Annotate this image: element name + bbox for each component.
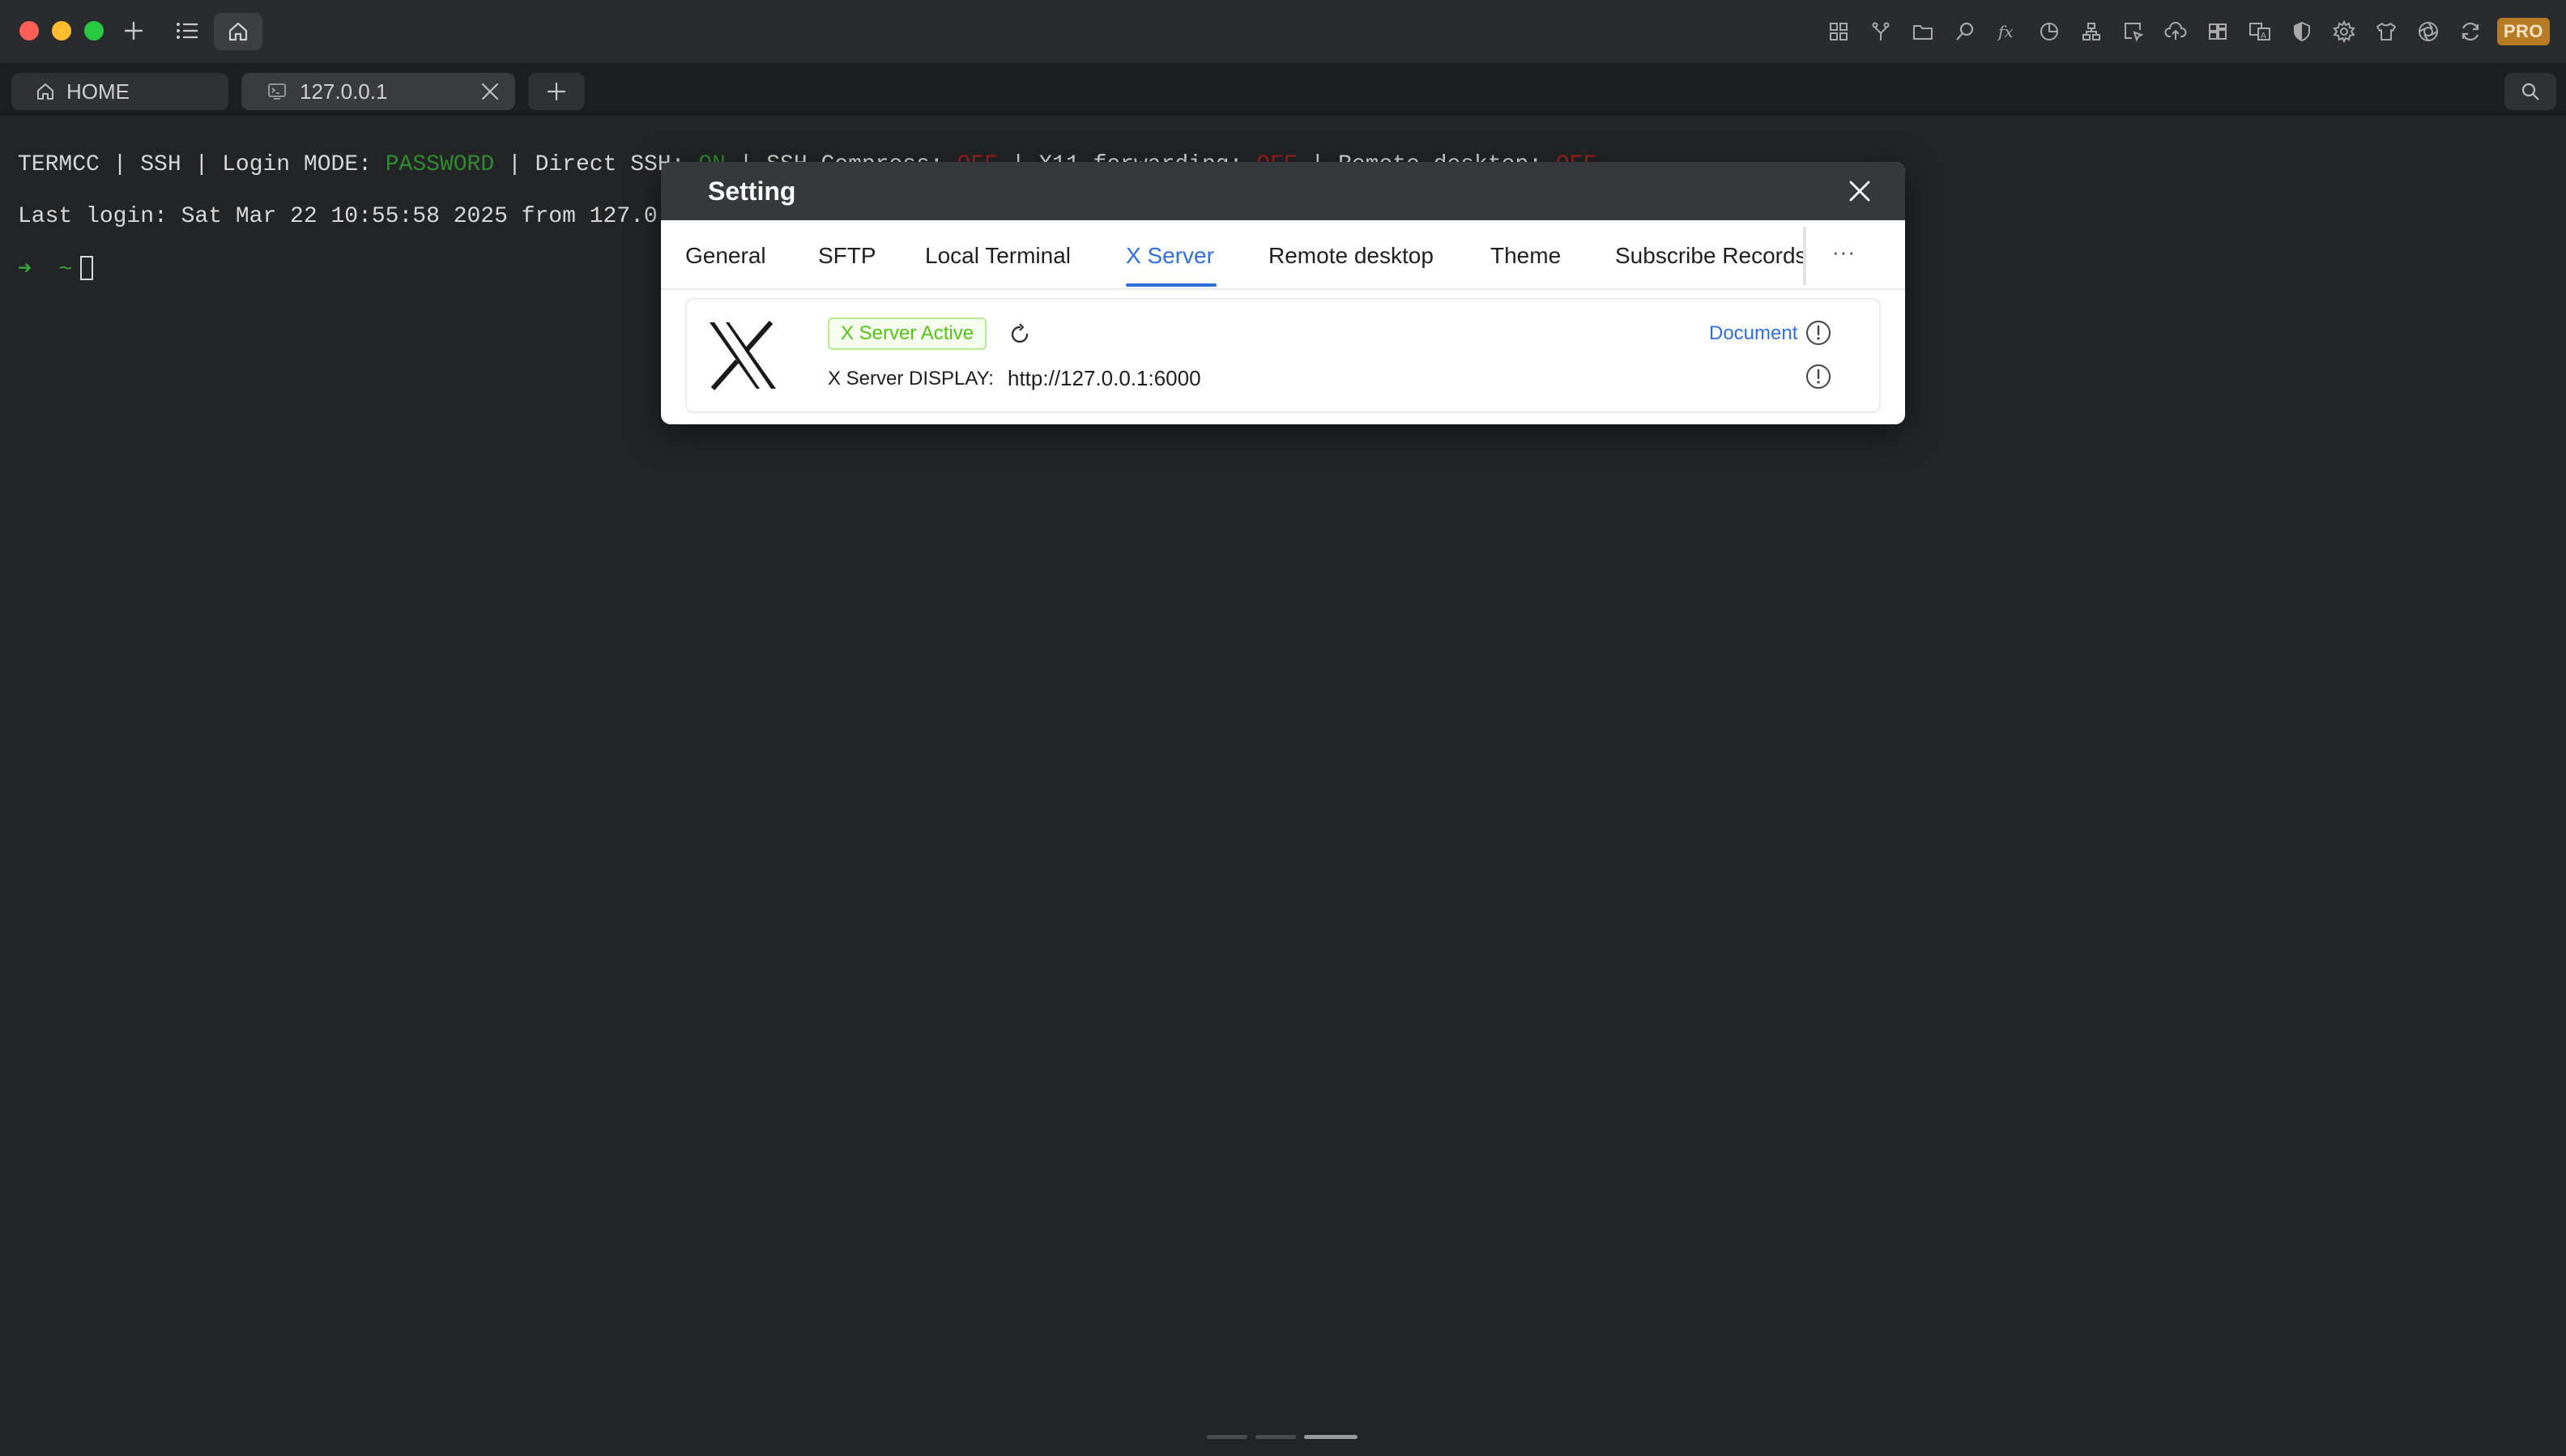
toolbar-selection-button[interactable] <box>2118 16 2149 47</box>
tab-home[interactable]: HOME <box>11 73 228 110</box>
window-minimize-button[interactable] <box>52 21 71 40</box>
home-icon <box>37 83 53 100</box>
plus-icon <box>547 82 566 101</box>
toolbar-search-button[interactable] <box>1950 16 1980 47</box>
tab-x-server[interactable]: X Server <box>1126 243 1214 269</box>
status-badge: X Server Active <box>828 317 987 350</box>
folder-icon <box>1912 25 1933 40</box>
function-icon: fx <box>1997 22 2014 41</box>
cloud-upload-icon <box>2164 22 2187 40</box>
reload-icon[interactable] <box>1008 322 1032 347</box>
tab-sftp[interactable]: SFTP <box>818 243 876 269</box>
grid-icon <box>1829 23 1848 40</box>
tab-remote-desktop[interactable]: Remote desktop <box>1268 243 1434 269</box>
tab-local-terminal[interactable]: Local Terminal <box>925 243 1071 269</box>
list-icon <box>177 23 198 39</box>
toolbar-plugin-button[interactable] <box>2413 16 2444 47</box>
tabs-divider <box>1803 227 1806 285</box>
tab-subscribe-records[interactable]: Subscribe Records <box>1615 243 1807 269</box>
toolbar-sync-button[interactable] <box>2455 16 2486 47</box>
toolbar-network-button[interactable] <box>2076 16 2107 47</box>
shirt-icon <box>2376 23 2396 40</box>
svg-text:fx: fx <box>1997 22 2014 41</box>
close-icon[interactable] <box>480 81 501 102</box>
info-icon[interactable] <box>1805 363 1832 390</box>
active-tab-indicator <box>1126 283 1217 287</box>
pie-chart-icon <box>2040 23 2058 40</box>
close-icon[interactable] <box>1847 178 1873 204</box>
tab-general[interactable]: General <box>685 243 766 269</box>
settings-dialog: Setting General SFTP Local Terminal X Se… <box>661 162 1905 424</box>
layout-icon <box>2208 23 2227 40</box>
home-button[interactable] <box>214 13 262 50</box>
toolbar-fork-button[interactable] <box>1865 16 1896 47</box>
cursor-select-icon <box>2124 23 2144 42</box>
gear-icon <box>2333 20 2355 43</box>
translate-icon: A <box>2248 23 2270 40</box>
session-list-button[interactable] <box>172 15 202 46</box>
display-label: X Server DISPLAY: <box>828 368 994 390</box>
toolbar-chart-button[interactable] <box>2034 16 2065 47</box>
sync-icon <box>2462 22 2479 41</box>
page-indicator-active[interactable] <box>1304 1435 1358 1439</box>
tab-theme[interactable]: Theme <box>1490 243 1561 269</box>
document-link[interactable]: Document <box>1709 322 1797 345</box>
toolbar-function-button[interactable]: fx <box>1992 16 2023 47</box>
tab-search-button[interactable] <box>2504 73 2556 110</box>
terminal-icon <box>268 83 286 100</box>
toolbar-upload-button[interactable] <box>2160 16 2191 47</box>
page-indicator[interactable] <box>1255 1435 1296 1439</box>
settings-tabs: General SFTP Local Terminal X Server Rem… <box>661 220 1905 290</box>
dialog-title: Setting <box>708 177 796 206</box>
tabs-more-button[interactable]: ··· <box>1832 240 1856 265</box>
toolbar-settings-button[interactable] <box>2329 16 2359 47</box>
x-server-card: X Server Active Document X Server DISPLA… <box>685 298 1881 413</box>
tab-session-127-0-0-1[interactable]: 127.0.0.1 <box>241 73 515 110</box>
window-maximize-button[interactable] <box>84 21 104 40</box>
svg-text:A: A <box>2261 32 2266 40</box>
home-icon <box>228 22 248 41</box>
toolbar-folder-button[interactable] <box>1907 16 1938 47</box>
fork-icon <box>1872 22 1890 40</box>
display-value: http://127.0.0.1:6000 <box>1008 366 1201 390</box>
toolbar-translate-button[interactable]: A <box>2244 16 2275 47</box>
new-session-button[interactable] <box>118 15 149 46</box>
prompt-directory: ~ <box>58 258 73 283</box>
search-icon <box>1955 22 1973 40</box>
network-icon <box>2082 23 2100 40</box>
add-tab-button[interactable] <box>528 73 585 110</box>
aperture-icon <box>2418 22 2438 41</box>
search-icon <box>2521 83 2539 100</box>
prompt-arrow: ➜ <box>18 258 32 283</box>
plus-icon <box>124 21 143 40</box>
toolbar: fx A PRO <box>1823 15 2550 49</box>
shield-icon <box>2293 21 2310 42</box>
dialog-header: Setting <box>661 162 1905 220</box>
tab-label: HOME <box>66 79 130 104</box>
toolbar-theme-button[interactable] <box>2371 16 2402 47</box>
title-bar: fx A PRO <box>0 0 2566 63</box>
toolbar-security-button[interactable] <box>2287 16 2317 47</box>
window-close-button[interactable] <box>19 21 39 40</box>
terminal-cursor <box>80 256 94 280</box>
login-mode-value: PASSWORD <box>385 152 495 177</box>
toolbar-grid-button[interactable] <box>1823 16 1854 47</box>
pro-badge[interactable]: PRO <box>2496 18 2550 45</box>
x-logo-icon <box>710 321 776 390</box>
page-indicator[interactable] <box>1207 1435 1247 1439</box>
toolbar-layout-button[interactable] <box>2202 16 2233 47</box>
session-tab-strip: HOME 127.0.0.1 <box>0 63 2566 115</box>
info-icon[interactable] <box>1805 319 1832 347</box>
tab-label: 127.0.0.1 <box>300 79 388 104</box>
